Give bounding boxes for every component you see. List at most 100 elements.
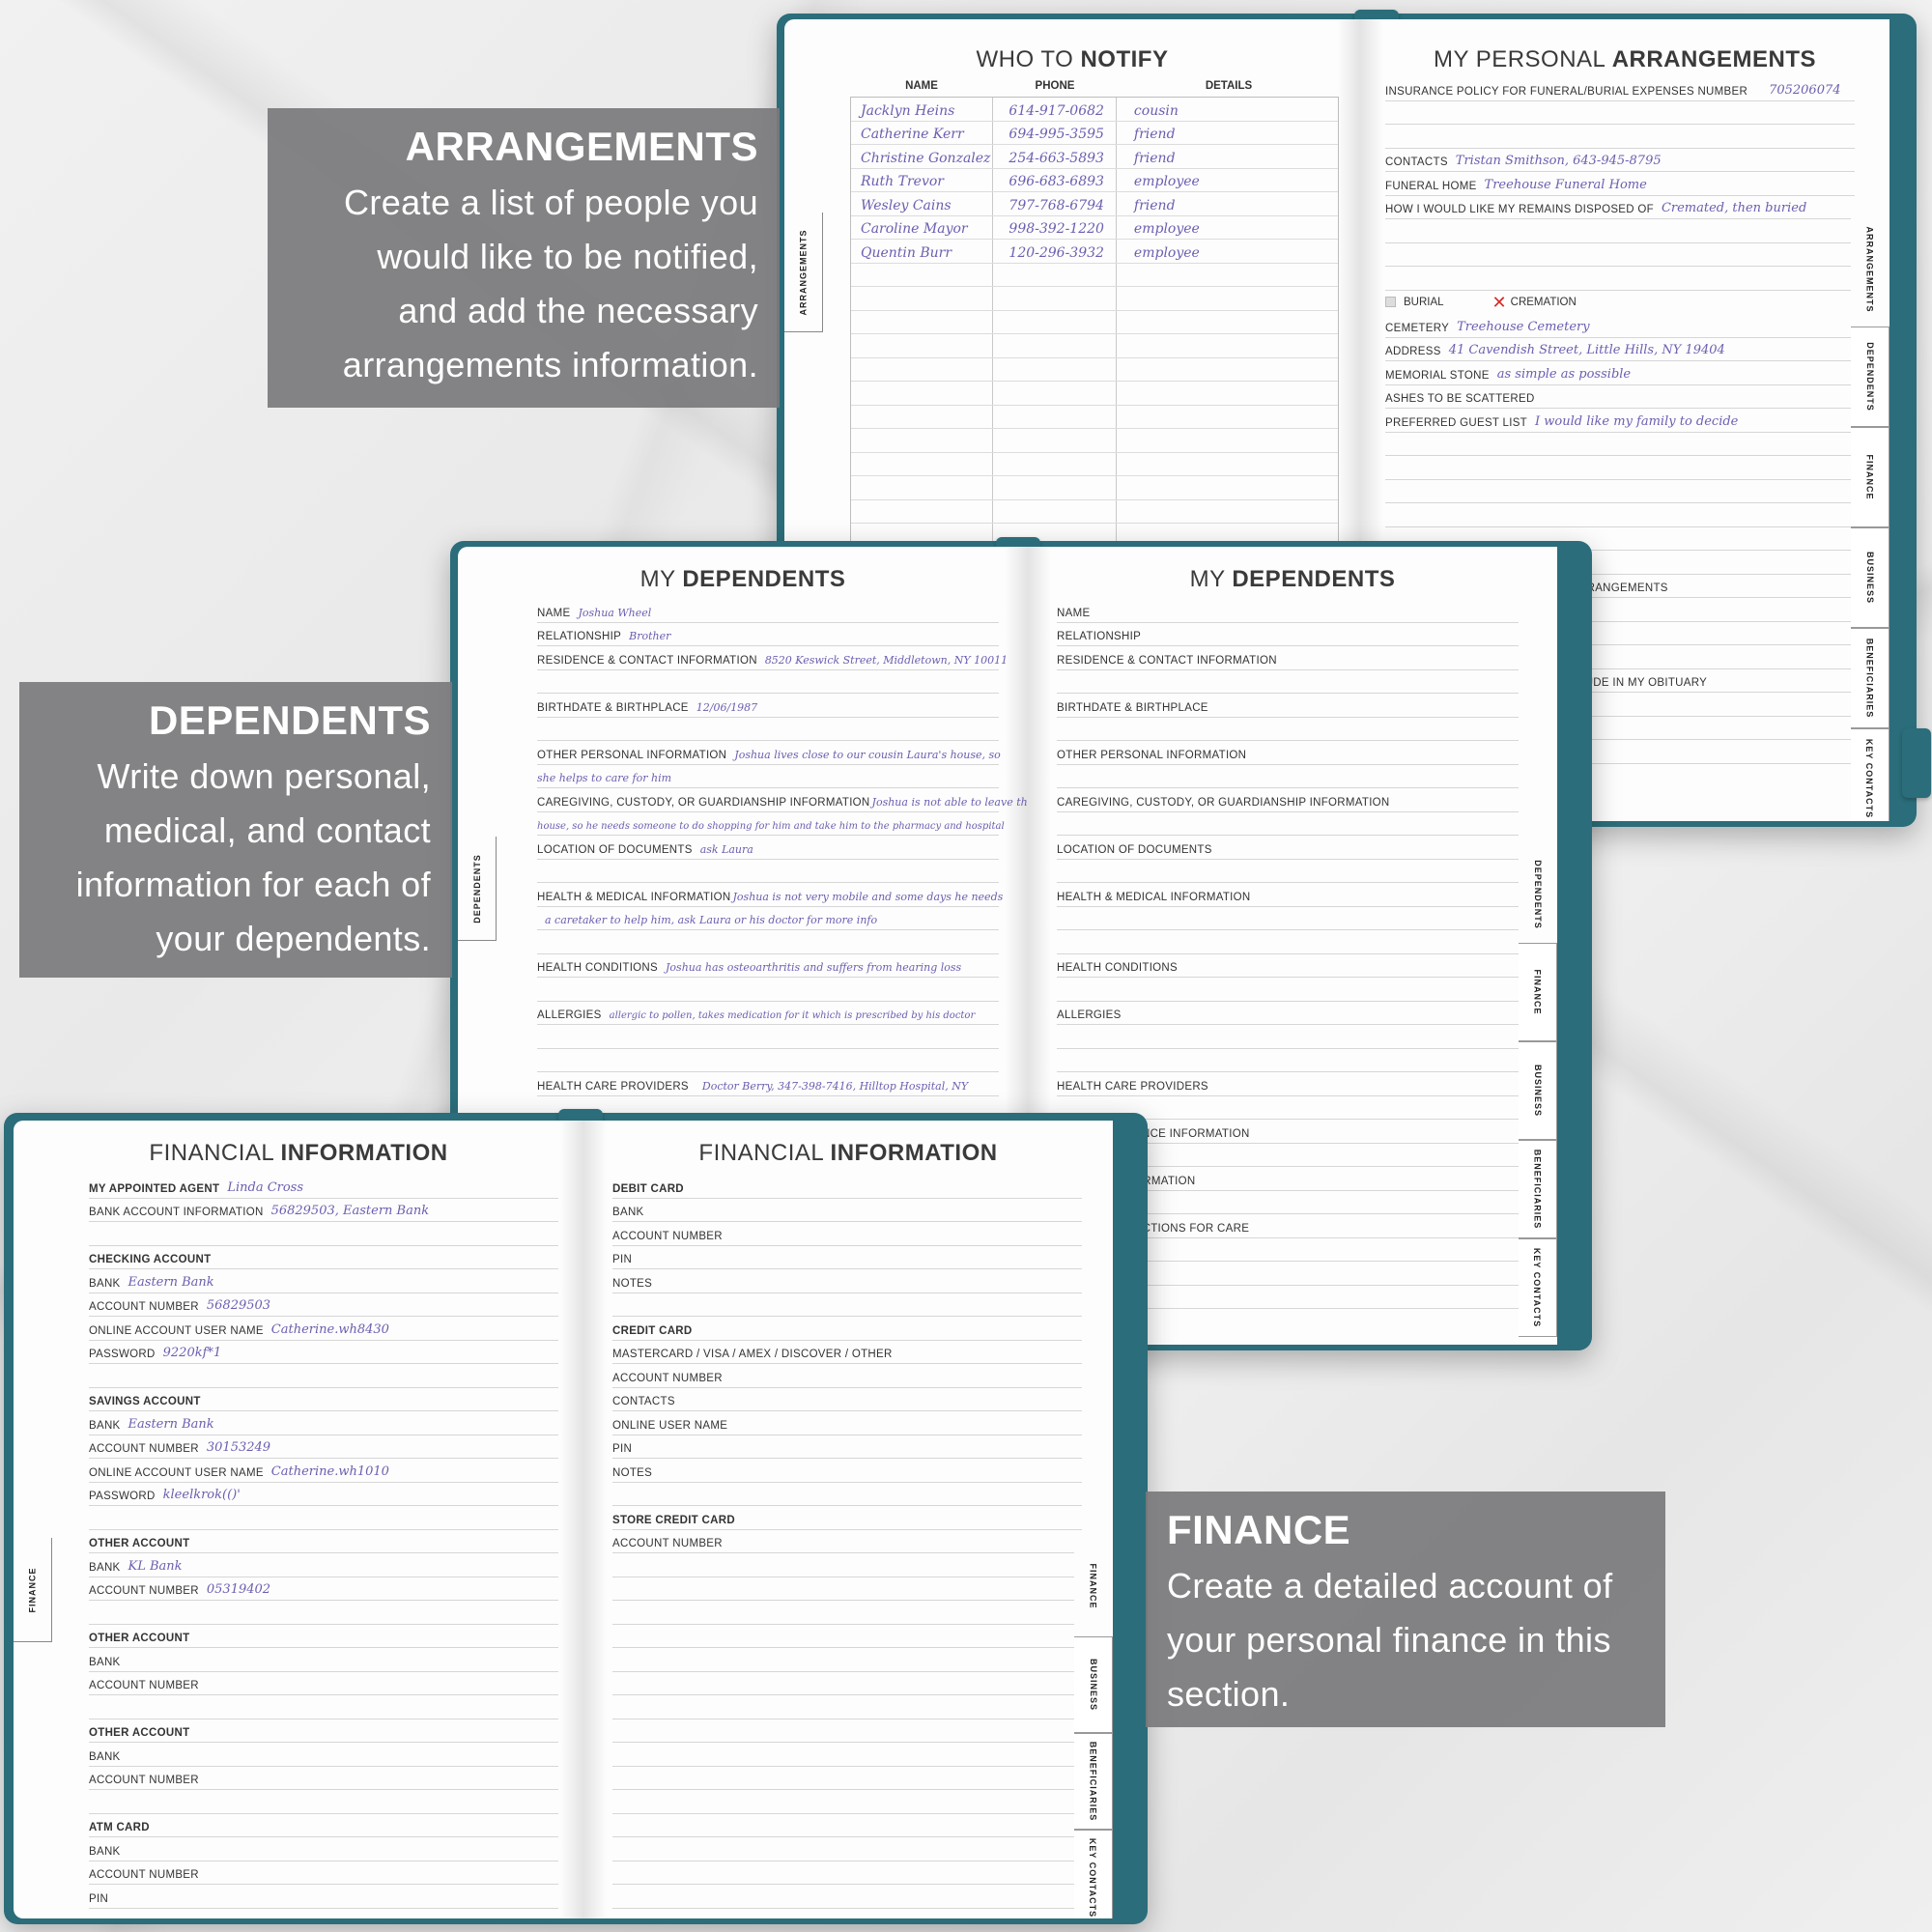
notify-name-cell[interactable]: Caroline Mayor: [851, 215, 994, 239]
notify-details-cell[interactable]: [1117, 287, 1338, 310]
caregiving-field[interactable]: CAREGIVING, CUSTODY, OR GUARDIANSHIP INF…: [1057, 788, 1519, 812]
notify-phone-cell[interactable]: 998-392-1220: [993, 215, 1117, 239]
atm-pin-field[interactable]: PIN: [89, 1885, 558, 1909]
notify-table-row[interactable]: Ruth Trevor 696-683-6893 employee: [851, 168, 1338, 192]
notify-phone-cell[interactable]: 120-296-3932: [993, 240, 1117, 263]
notify-table-row[interactable]: [851, 263, 1338, 287]
notify-phone-cell[interactable]: [993, 310, 1117, 333]
notify-table-row[interactable]: Catherine Kerr 694-995-3595 friend: [851, 121, 1338, 145]
notify-details-cell[interactable]: [1117, 311, 1338, 334]
notify-details-cell[interactable]: [1117, 500, 1338, 524]
other-info-field[interactable]: OTHER PERSONAL INFORMATION Joshua lives c…: [537, 741, 1001, 765]
notify-name-cell[interactable]: [851, 357, 994, 381]
notify-details-cell[interactable]: [1117, 453, 1338, 476]
side-tab-finance[interactable]: FINANCE: [14, 1538, 52, 1642]
notify-phone-cell[interactable]: [993, 405, 1117, 428]
providers-field[interactable]: HEALTH CARE PROVIDERS: [1057, 1072, 1519, 1096]
notify-phone-cell[interactable]: 254-663-5893: [993, 145, 1117, 168]
notify-name-cell[interactable]: [851, 476, 994, 499]
notify-phone-cell[interactable]: [993, 357, 1117, 381]
notify-details-cell[interactable]: cousin: [1117, 98, 1338, 121]
ashes-field[interactable]: ASHES TO BE SCATTERED: [1385, 385, 1855, 409]
remains-field[interactable]: HOW I WOULD LIKE MY REMAINS DISPOSED OF C…: [1385, 196, 1855, 219]
notify-table-row[interactable]: Caroline Mayor 998-392-1220 employee: [851, 215, 1338, 240]
notify-name-cell[interactable]: [851, 452, 994, 475]
notify-details-cell[interactable]: employee: [1117, 216, 1338, 240]
tab-finance[interactable]: FINANCE: [1074, 1536, 1113, 1636]
notify-phone-cell[interactable]: [993, 334, 1117, 357]
notify-table-row[interactable]: Quentin Burr 120-296-3932 employee: [851, 240, 1338, 264]
notify-details-cell[interactable]: friend: [1117, 122, 1338, 145]
notify-table-row[interactable]: [851, 476, 1338, 500]
tab-business[interactable]: BUSINESS: [1519, 1041, 1557, 1140]
notify-details-cell[interactable]: [1117, 476, 1338, 499]
health-conditions-field[interactable]: HEALTH CONDITIONS Joshua has osteoarthrit…: [537, 954, 999, 978]
tab-business[interactable]: BUSINESS: [1851, 527, 1889, 628]
side-tab-dependents[interactable]: DEPENDENTS: [458, 837, 497, 941]
other-account-number-field[interactable]: ACCOUNT NUMBER 05319402: [89, 1577, 558, 1601]
tab-beneficiaries[interactable]: BENEFICIARIES: [1851, 628, 1889, 728]
providers-field[interactable]: HEALTH CARE PROVIDERS Doctor Berry, 347-3…: [537, 1072, 999, 1096]
tab-dependents[interactable]: DEPENDENTS: [1851, 327, 1889, 427]
tab-dependents[interactable]: DEPENDENTS: [1519, 846, 1557, 943]
notify-table-row[interactable]: [851, 287, 1338, 311]
address-field[interactable]: ADDRESS 41 Cavendish Street, Little Hills…: [1385, 338, 1855, 361]
savings-password-field[interactable]: PASSWORD kleelkrok(()': [89, 1483, 558, 1506]
cremation-checkbox-checked[interactable]: ✕: [1492, 294, 1507, 311]
tab-key-contacts[interactable]: KEY CONTACTS: [1851, 728, 1889, 821]
guest-list-field[interactable]: PREFERRED GUEST LIST I would like my fami…: [1385, 409, 1855, 433]
notify-name-cell[interactable]: [851, 382, 994, 405]
notify-table-row[interactable]: Christine Gonzalez 254-663-5893 friend: [851, 145, 1338, 169]
birthdate-field[interactable]: BIRTHDATE & BIRTHPLACE 12/06/1987: [537, 694, 999, 718]
notify-phone-cell[interactable]: [993, 429, 1117, 452]
caregiving-field[interactable]: CAREGIVING, CUSTODY, OR GUARDIANSHIP INF…: [537, 788, 1028, 812]
notify-phone-cell[interactable]: 694-995-3595: [993, 121, 1117, 144]
notify-phone-cell[interactable]: [993, 382, 1117, 405]
credit-username-field[interactable]: ONLINE USER NAME: [612, 1411, 1082, 1435]
notify-details-cell[interactable]: [1117, 334, 1338, 357]
checking-bank-field[interactable]: BANK Eastern Bank: [89, 1269, 558, 1293]
residence-field[interactable]: RESIDENCE & CONTACT INFORMATION 8520 Kesw…: [537, 646, 1008, 670]
notify-details-cell[interactable]: [1117, 429, 1338, 452]
notify-table-row[interactable]: [851, 357, 1338, 382]
notify-name-cell[interactable]: [851, 287, 994, 310]
health-info-field[interactable]: HEALTH & MEDICAL INFORMATION Joshua is no…: [537, 883, 1003, 907]
notify-table-row[interactable]: [851, 499, 1338, 524]
notify-name-cell[interactable]: [851, 334, 994, 357]
debit-notes-field[interactable]: NOTES: [612, 1269, 1082, 1293]
notify-details-cell[interactable]: [1117, 358, 1338, 382]
credit-notes-field[interactable]: NOTES: [612, 1459, 1082, 1483]
notify-phone-cell[interactable]: 696-683-6893: [993, 168, 1117, 191]
notify-name-cell[interactable]: [851, 499, 994, 523]
documents-location-field[interactable]: LOCATION OF DOCUMENTS: [1057, 836, 1519, 860]
cemetery-field[interactable]: CEMETERY Treehouse Cemetery: [1385, 314, 1855, 338]
funeral-home-field[interactable]: FUNERAL HOME Treehouse Funeral Home: [1385, 172, 1855, 196]
notify-name-cell[interactable]: Wesley Cains: [851, 192, 994, 215]
savings-bank-field[interactable]: BANK Eastern Bank: [89, 1411, 558, 1435]
tab-beneficiaries[interactable]: BENEFICIARIES: [1519, 1140, 1557, 1238]
notify-details-cell[interactable]: [1117, 406, 1338, 429]
other-info-field[interactable]: OTHER PERSONAL INFORMATION: [1057, 741, 1519, 765]
notify-name-cell[interactable]: Christine Gonzalez: [851, 145, 994, 168]
notify-name-cell[interactable]: Ruth Trevor: [851, 168, 994, 191]
tab-beneficiaries[interactable]: BENEFICIARIES: [1074, 1733, 1113, 1830]
tab-finance[interactable]: FINANCE: [1519, 943, 1557, 1041]
notify-details-cell[interactable]: friend: [1117, 192, 1338, 215]
notify-name-cell[interactable]: [851, 310, 994, 333]
memorial-stone-field[interactable]: MEMORIAL STONE as simple as possible: [1385, 361, 1855, 385]
other-bank-field[interactable]: BANK KL Bank: [89, 1553, 558, 1577]
debit-pin-field[interactable]: PIN: [612, 1246, 1082, 1269]
notify-details-cell[interactable]: friend: [1117, 145, 1338, 168]
notify-table-row[interactable]: [851, 334, 1338, 358]
other-bank-field[interactable]: BANK: [89, 1648, 558, 1672]
tab-business[interactable]: BUSINESS: [1074, 1636, 1113, 1733]
notify-table-row[interactable]: [851, 405, 1338, 429]
residence-field[interactable]: RESIDENCE & CONTACT INFORMATION: [1057, 646, 1519, 670]
side-tab-arrangements[interactable]: ARRANGEMENTS: [784, 213, 823, 332]
notify-phone-cell[interactable]: [993, 476, 1117, 499]
notify-table-row[interactable]: [851, 310, 1338, 334]
allergies-field[interactable]: ALLERGIES: [1057, 1002, 1519, 1025]
store-account-number-field[interactable]: ACCOUNT NUMBER: [612, 1530, 1082, 1553]
checking-account-number-field[interactable]: ACCOUNT NUMBER 56829503: [89, 1293, 558, 1317]
notify-name-cell[interactable]: [851, 429, 994, 452]
